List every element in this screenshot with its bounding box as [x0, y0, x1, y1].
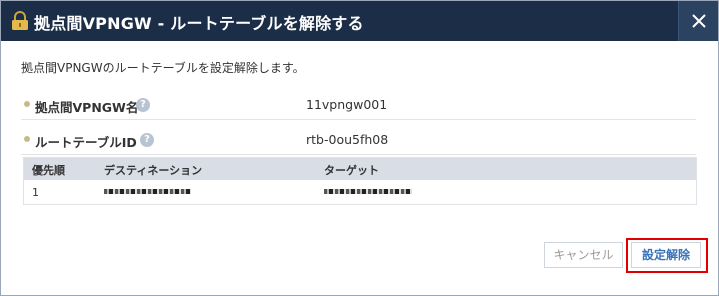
table-header-row: 優先順 デスティネーション ターゲット	[24, 158, 696, 180]
dialog-titlebar: 拠点間VPNGW - ルートテーブルを解除する	[1, 1, 718, 41]
unset-button[interactable]: 設定解除	[631, 242, 701, 268]
bullet-icon	[24, 136, 30, 142]
route-table: 優先順 デスティネーション ターゲット 1	[23, 157, 697, 205]
close-icon	[692, 14, 706, 28]
unset-route-table-dialog: 拠点間VPNGW - ルートテーブルを解除する 拠点間VPNGWのルートテーブル…	[0, 0, 719, 296]
field-row-vpngw-name: 拠点間VPNGW名 ? 11vpngw001	[21, 90, 696, 120]
cell-priority: 1	[32, 186, 39, 199]
cancel-button[interactable]: キャンセル	[544, 242, 623, 268]
help-icon[interactable]: ?	[136, 98, 150, 112]
column-header-target: ターゲット	[324, 164, 379, 177]
dialog-title: 拠点間VPNGW - ルートテーブルを解除する	[34, 14, 364, 33]
close-button[interactable]	[678, 1, 718, 41]
help-icon[interactable]: ?	[140, 133, 154, 147]
field-label-vpngw-name: 拠点間VPNGW名	[35, 100, 139, 115]
field-value-route-table-id: rtb-0ou5fh08	[306, 132, 389, 147]
field-label-route-table-id: ルートテーブルID	[35, 135, 137, 150]
field-value-vpngw-name: 11vpngw001	[306, 97, 388, 112]
redacted-target	[324, 189, 412, 194]
table-row: 1	[24, 180, 696, 204]
column-header-destination: デスティネーション	[104, 164, 203, 177]
dialog-description: 拠点間VPNGWのルートテーブルを設定解除します。	[21, 61, 305, 75]
lock-icon	[12, 11, 28, 30]
redacted-destination	[104, 189, 191, 194]
column-header-priority: 優先順	[32, 164, 65, 177]
bullet-icon	[24, 101, 30, 107]
field-row-route-table-id: ルートテーブルID ? rtb-0ou5fh08	[21, 125, 696, 155]
